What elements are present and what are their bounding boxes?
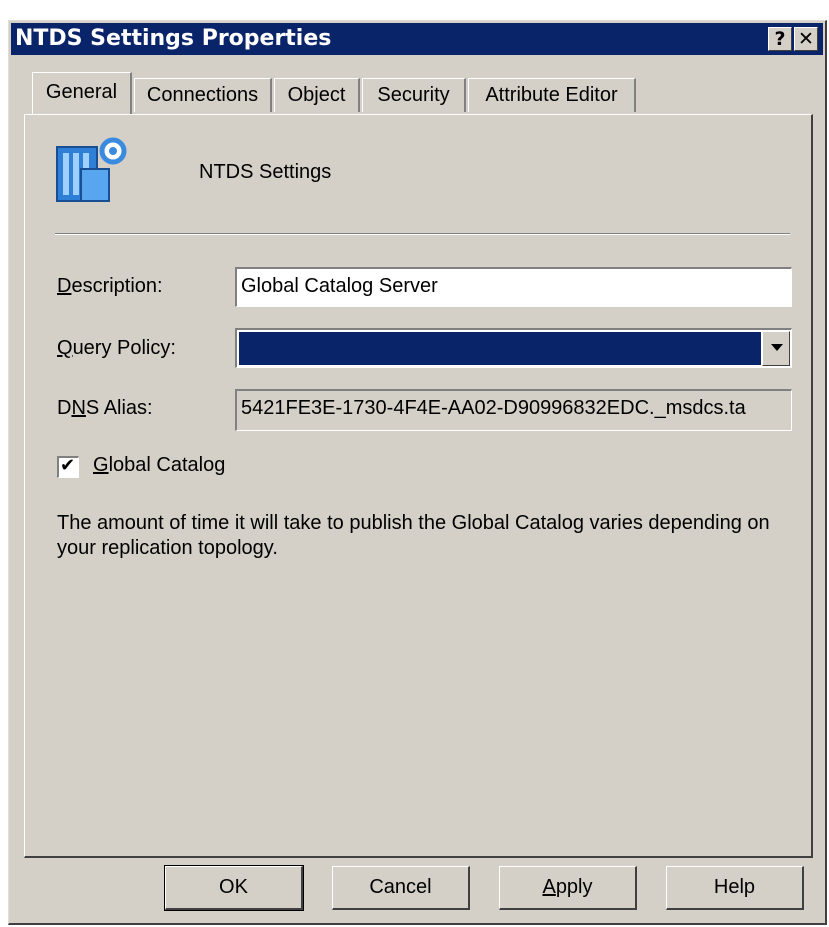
tab-connections[interactable]: Connections [134, 78, 272, 112]
tab-security[interactable]: Security [362, 78, 466, 112]
apply-button[interactable]: Apply [499, 866, 637, 910]
query-policy-dropdown-button[interactable] [762, 331, 790, 366]
dns-alias-field[interactable]: 5421FE3E-1730-4F4E-AA02-D90996832EDC._ms… [235, 389, 792, 431]
ntds-settings-icon [56, 137, 127, 202]
description-label: Description: [57, 275, 163, 297]
help-button[interactable]: Help [666, 866, 804, 910]
cancel-button[interactable]: Cancel [332, 866, 470, 910]
chevron-down-icon [771, 344, 783, 351]
dialog-title: NTDS Settings Properties [15, 26, 332, 51]
dns-alias-label: DNS Alias: [57, 397, 153, 419]
tab-attribute-editor[interactable]: Attribute Editor [468, 78, 636, 112]
close-icon: ✕ [798, 28, 814, 50]
separator [55, 233, 790, 235]
tab-panel-general: NTDS Settings Description: Global Catalo… [24, 114, 813, 858]
help-caption-button[interactable]: ? [768, 27, 792, 51]
title-bar[interactable]: NTDS Settings Properties ? ✕ [11, 23, 823, 55]
object-name: NTDS Settings [199, 161, 332, 183]
tab-object[interactable]: Object [274, 78, 360, 112]
global-catalog-label[interactable]: Global Catalog [93, 454, 225, 477]
query-policy-label: Query Policy: [57, 337, 176, 359]
checkmark-icon: ✔ [60, 455, 76, 475]
query-policy-select[interactable] [235, 328, 792, 368]
publish-info-text: The amount of time it will take to publi… [57, 512, 770, 559]
tab-general[interactable]: General [32, 72, 132, 114]
query-policy-selected-value [239, 332, 761, 365]
description-input[interactable]: Global Catalog Server [235, 267, 792, 307]
close-button[interactable]: ✕ [794, 27, 818, 51]
global-catalog-checkbox[interactable]: ✔ [57, 455, 79, 478]
ok-button[interactable]: OK [164, 865, 304, 911]
